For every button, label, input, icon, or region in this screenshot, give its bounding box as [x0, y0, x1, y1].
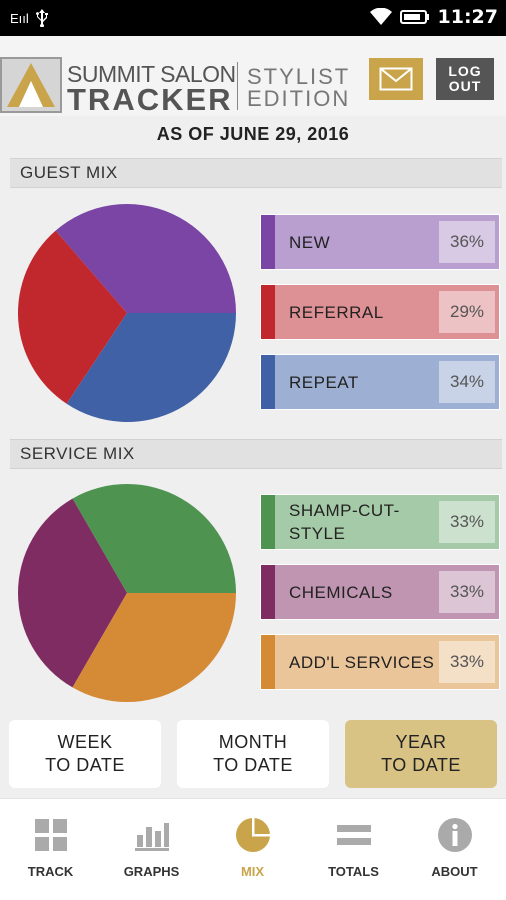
period-line-2: TO DATE — [213, 755, 293, 775]
period-line-2: TO DATE — [45, 755, 125, 775]
period-line-1: MONTH — [218, 732, 288, 752]
nav-label: GRAPHS — [123, 864, 180, 879]
legend-color-stripe — [261, 355, 275, 409]
status-bar-left: Eııl — [10, 9, 49, 27]
logout-line-2: OUT — [448, 78, 482, 94]
guest-mix-pie-chart — [18, 204, 236, 422]
legend-label: NEW — [289, 232, 331, 252]
service-mix-header: SERVICE MIX — [10, 439, 502, 469]
legend-label-line-2: STYLE — [289, 524, 346, 543]
clock-time: 11:27 — [437, 6, 498, 28]
legend-item-new: NEW 36% — [260, 214, 500, 270]
legend-color-stripe — [261, 495, 275, 549]
brand-divider — [237, 62, 238, 110]
logout-line-1: LOG — [448, 63, 482, 79]
service-mix-pie-chart — [18, 484, 236, 702]
legend-label: REPEAT — [289, 372, 359, 392]
info-icon — [438, 818, 472, 852]
nav-label: ABOUT — [431, 864, 478, 879]
legend-color-stripe — [261, 635, 275, 689]
nav-label: TRACK — [27, 864, 74, 879]
as-of-date: AS OF JUNE 29, 2016 — [156, 124, 350, 144]
legend-label: ADD'L SERVICES — [289, 652, 435, 672]
envelope-icon — [379, 67, 413, 91]
period-line-2: TO DATE — [381, 755, 461, 775]
bottom-navigation: TRACK GRAPHS MIX TOTALS ABOUT — [0, 798, 506, 900]
equals-icon — [337, 825, 371, 845]
legend-color-stripe — [261, 565, 275, 619]
legend-percent: 34% — [439, 361, 495, 403]
month-to-date-button[interactable]: MONTH TO DATE — [177, 720, 329, 788]
legend-label: SHAMP-CUT- STYLE — [275, 495, 439, 549]
period-line-1: WEEK — [57, 732, 113, 752]
app-header: SUMMIT SALON TRACKER STYLIST EDITION LOG… — [0, 36, 506, 117]
legend-percent: 33% — [439, 501, 495, 543]
nav-item-graphs[interactable]: GRAPHS — [101, 799, 202, 900]
summit-logo-icon — [0, 57, 62, 113]
grid-icon — [35, 819, 67, 851]
guest-mix-header: GUEST MIX — [10, 158, 502, 188]
nav-item-mix[interactable]: MIX — [202, 799, 303, 900]
legend-item-addl-services: ADD'L SERVICES 33% — [260, 634, 500, 690]
legend-label-line-1: SHAMP-CUT- — [289, 501, 400, 520]
status-bar: Eııl 11:27 — [0, 0, 506, 36]
battery-icon — [399, 10, 429, 24]
legend-color-stripe — [261, 215, 275, 269]
usb-icon — [35, 9, 48, 27]
legend-item-shamp-cut-style: SHAMP-CUT- STYLE 33% — [260, 494, 500, 550]
week-to-date-button[interactable]: WEEK TO DATE — [9, 720, 161, 788]
year-to-date-button[interactable]: YEAR TO DATE — [345, 720, 497, 788]
mail-button[interactable] — [369, 58, 423, 100]
legend-percent: 33% — [439, 571, 495, 613]
legend-item-repeat: REPEAT 34% — [260, 354, 500, 410]
legend-percent: 33% — [439, 641, 495, 683]
bar-chart-icon — [135, 823, 169, 851]
legend-color-stripe — [261, 285, 275, 339]
edition-line-2: EDITION — [247, 86, 351, 111]
legend-item-referral: REFERRAL 29% — [260, 284, 500, 340]
legend-label: CHEMICALS — [289, 582, 393, 602]
nav-label: TOTALS — [328, 864, 379, 879]
nav-item-track[interactable]: TRACK — [0, 799, 101, 900]
status-bar-right: 11:27 — [369, 6, 498, 28]
legend-label: REFERRAL — [289, 302, 384, 322]
legend-percent: 36% — [439, 221, 495, 263]
wifi-icon — [369, 8, 392, 25]
nav-item-about[interactable]: ABOUT — [404, 799, 505, 900]
nav-item-totals[interactable]: TOTALS — [303, 799, 404, 900]
pie-chart-icon — [236, 818, 270, 852]
period-line-1: YEAR — [395, 732, 447, 752]
brand-line-2: TRACKER — [67, 82, 233, 117]
legend-item-chemicals: CHEMICALS 33% — [260, 564, 500, 620]
logout-button[interactable]: LOG OUT — [436, 58, 494, 100]
signal-carrier-text: Eııl — [10, 10, 29, 26]
legend-percent: 29% — [439, 291, 495, 333]
nav-label: MIX — [240, 864, 265, 879]
